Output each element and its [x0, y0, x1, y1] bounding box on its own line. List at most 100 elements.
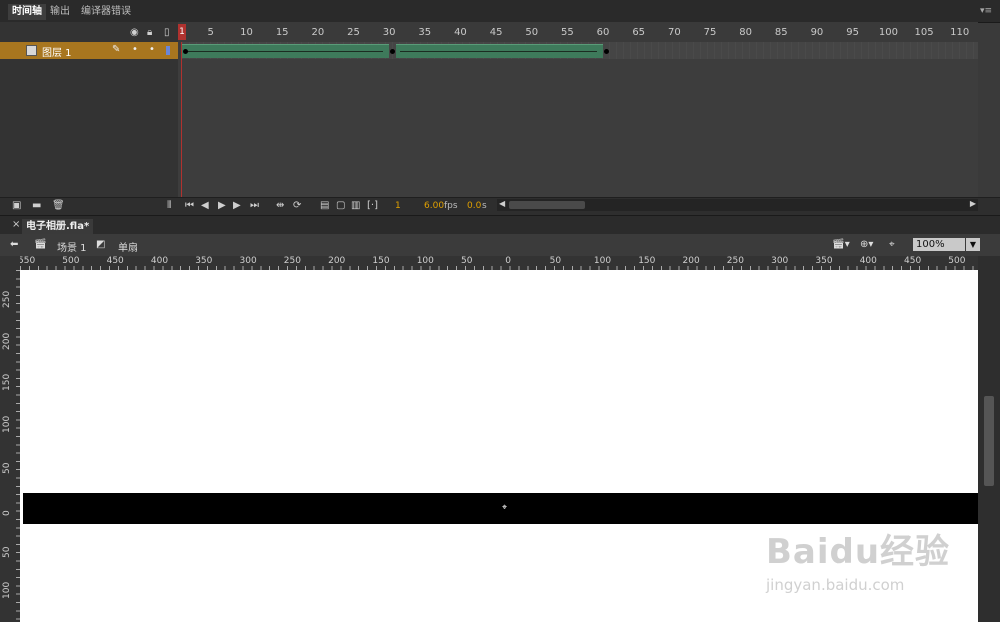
tab-timeline[interactable]: 时间轴: [8, 4, 46, 20]
edit-scene-icon[interactable]: 🎬︎▾: [832, 239, 850, 250]
layer-icon: [26, 45, 37, 56]
play-icon[interactable]: ▶: [218, 200, 226, 211]
lock-icon[interactable]: 🔒︎: [147, 27, 152, 38]
vertical-ruler: 250 200 150 100 50 0 50 100: [0, 270, 21, 622]
ruler-label: 400: [859, 256, 877, 266]
frame-ruler-label: 100: [878, 27, 898, 38]
ruler-label: 450: [904, 256, 922, 266]
symbol-label[interactable]: 单扇: [118, 239, 138, 254]
fps-readout[interactable]: 6.00: [424, 201, 444, 211]
ruler-label: 50: [461, 256, 473, 266]
ruler-label: 0: [505, 256, 512, 266]
frame-ruler-label: 60: [596, 27, 610, 38]
zoom-field[interactable]: 100%: [913, 238, 965, 251]
frame-ruler[interactable]: 1510152025303540455055606570758085909510…: [178, 22, 978, 43]
edit-multiple-icon[interactable]: ▥: [351, 200, 360, 211]
keyframe-dot[interactable]: [183, 49, 188, 54]
horizontal-ruler: 5505004504003503002502001501005005010015…: [20, 256, 998, 271]
tween-arrow: [186, 51, 383, 52]
vertical-scroll-thumb[interactable]: [984, 396, 994, 486]
document-tab[interactable]: 电子相册.fla*: [22, 219, 94, 235]
onion-outline-icon[interactable]: ▢: [336, 200, 345, 211]
ruler-label: 350: [195, 256, 213, 266]
frame-ruler-label: 10: [240, 27, 253, 38]
frame-row[interactable]: [182, 42, 978, 59]
zoom-dropdown-icon[interactable]: ▼: [966, 238, 980, 251]
ruler-label: 250: [2, 290, 12, 308]
tab-compiler-errors[interactable]: 编译器错误: [77, 4, 135, 20]
panel-grip-icon[interactable]: ⦀: [167, 200, 171, 211]
eye-icon[interactable]: ◉: [130, 27, 139, 38]
ruler-label: 50: [2, 546, 12, 558]
outline-icon[interactable]: ▯: [164, 27, 170, 38]
center-stage-icon[interactable]: ⌖: [889, 239, 895, 250]
back-arrow-icon[interactable]: ⬅: [10, 239, 18, 250]
fps-unit: fps: [444, 201, 458, 211]
timeline-horizontal-scrollbar[interactable]: ◀ ▶: [497, 199, 978, 211]
frame-ruler-label: 35: [418, 27, 432, 38]
scene-clapper-icon: 🎬︎: [34, 239, 47, 250]
ruler-label: 100: [2, 582, 12, 600]
loop-icon[interactable]: ⟳: [293, 200, 301, 211]
ruler-label: 200: [682, 256, 700, 266]
stage-vertical-scrollbar[interactable]: [978, 256, 1000, 622]
keyframe-dot[interactable]: [603, 49, 609, 54]
ruler-label: 0: [2, 510, 12, 516]
layer-color-swatch[interactable]: [166, 46, 170, 55]
scroll-right-icon[interactable]: ▶: [970, 199, 976, 208]
motion-tween-span[interactable]: [182, 44, 389, 58]
new-folder-icon[interactable]: ▬: [32, 200, 41, 211]
motion-tween-span[interactable]: [395, 44, 603, 58]
ruler-label: 550: [20, 256, 36, 266]
edit-bar: ⬅ 🎬︎ 场景 1 ◩ 单扇 🎬︎▾ ⊕▾ ⌖ 100% ▼: [0, 234, 1000, 257]
document-tab-bar: × 电子相册.fla*: [0, 215, 1000, 235]
first-frame-icon[interactable]: ⏮: [185, 200, 194, 211]
panel-tab-bar: 时间轴 输出 编译器错误 ▾≡: [0, 0, 1000, 23]
ruler-label: 50: [2, 462, 12, 475]
ruler-label: 150: [638, 256, 656, 266]
frame-ruler-label: 65: [632, 27, 646, 38]
panel-menu-icon[interactable]: ▾≡: [980, 6, 994, 16]
tab-output[interactable]: 输出: [46, 4, 74, 20]
last-frame-icon[interactable]: ⏭: [250, 200, 259, 211]
center-frame-icon[interactable]: ⇹: [276, 200, 284, 211]
lock-dot-icon[interactable]: •: [149, 44, 155, 55]
ruler-label: 450: [106, 256, 124, 266]
baidu-watermark: Baidu经验 jingyan.baidu.com: [760, 510, 960, 600]
ruler-label: 150: [2, 374, 12, 392]
ruler-label: 300: [771, 256, 789, 266]
onion-skin-icon[interactable]: ▤: [320, 200, 329, 211]
current-frame-readout[interactable]: 1: [395, 201, 401, 211]
scene-label[interactable]: 场景 1: [57, 239, 87, 254]
registration-point-icon: ⌖: [501, 503, 508, 513]
ruler-label: 100: [2, 415, 12, 433]
scroll-thumb[interactable]: [509, 201, 585, 209]
symbol-icon: ◩: [96, 239, 106, 250]
close-icon[interactable]: ×: [12, 219, 20, 230]
edit-symbol-icon[interactable]: ⊕▾: [860, 239, 873, 250]
frame-ruler-label: 85: [774, 27, 788, 38]
prev-frame-icon[interactable]: ◀: [201, 200, 209, 211]
frame-ruler-label: 40: [454, 27, 467, 38]
frame-ruler-label: 45: [489, 27, 503, 38]
ruler-label: 100: [593, 256, 612, 266]
time-unit: s: [482, 201, 487, 211]
scroll-left-icon[interactable]: ◀: [499, 199, 505, 208]
delete-icon[interactable]: 🗑︎: [52, 200, 65, 211]
new-layer-icon[interactable]: ▣: [12, 200, 21, 211]
frames-area[interactable]: [178, 42, 978, 198]
ruler-label: 200: [328, 256, 346, 266]
onion-markers-icon[interactable]: [·]: [367, 200, 378, 211]
ruler-label: 50: [549, 256, 562, 266]
frame-ruler-label: 20: [311, 27, 325, 38]
time-readout[interactable]: 0.0: [467, 201, 481, 211]
frame-ruler-label: 95: [846, 27, 859, 38]
playhead-marker[interactable]: 1: [178, 24, 186, 40]
ruler-label: 300: [239, 256, 257, 266]
frame-ruler-label: 50: [525, 27, 539, 38]
visible-dot-icon[interactable]: •: [132, 44, 138, 55]
tween-arrow: [399, 51, 597, 52]
keyframe-dot[interactable]: [389, 49, 395, 54]
next-frame-icon[interactable]: ▶: [233, 200, 241, 211]
layer-row[interactable]: 图层 1 ✎ • •: [0, 42, 178, 59]
